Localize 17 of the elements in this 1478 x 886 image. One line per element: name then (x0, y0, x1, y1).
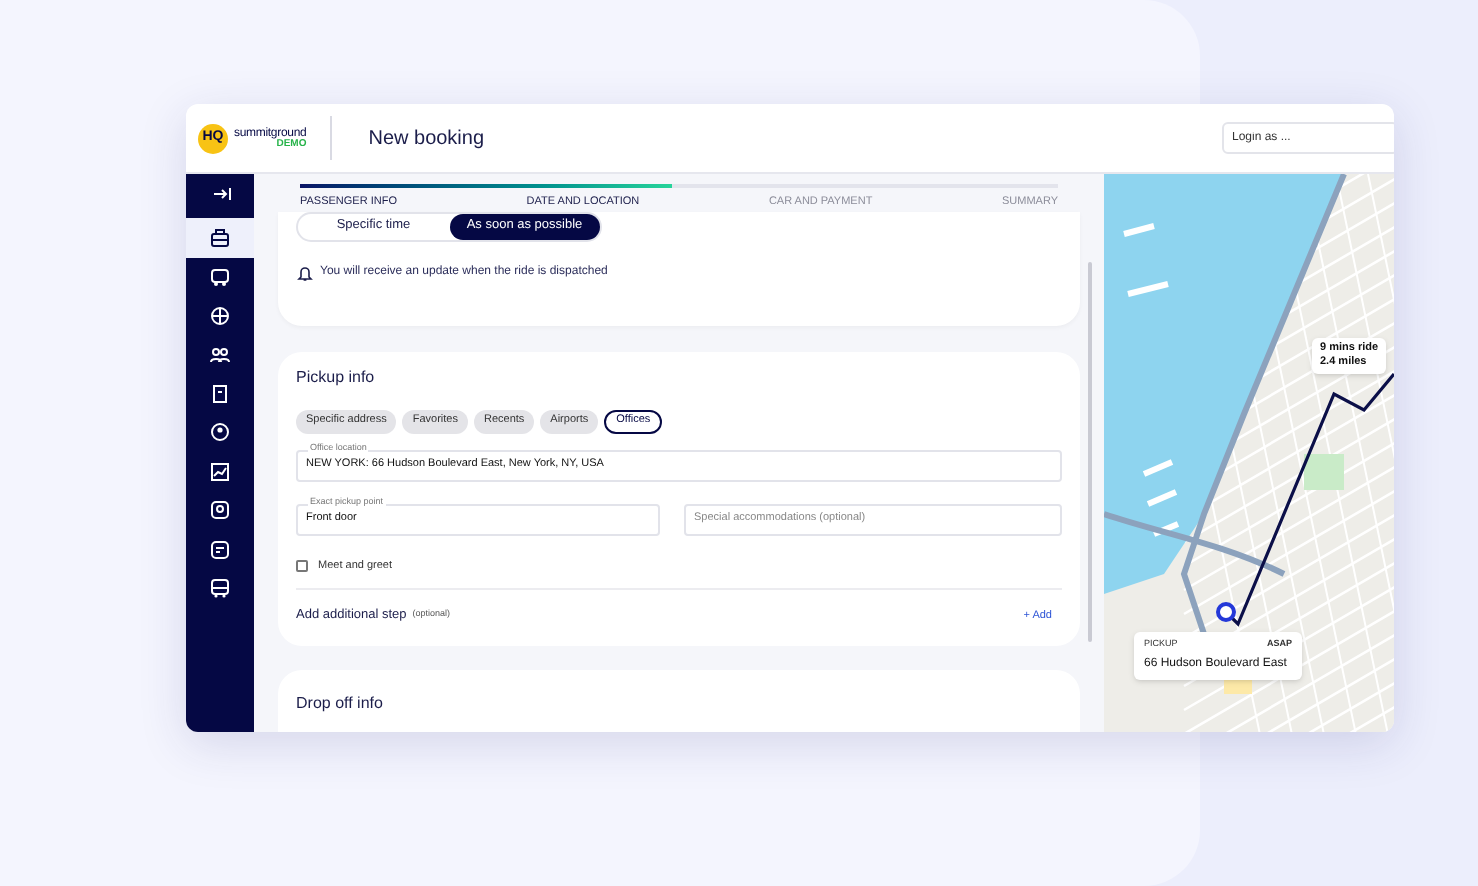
nav-icon (208, 264, 232, 289)
nav-icon (208, 459, 232, 484)
sidebar-item[interactable] (186, 218, 254, 257)
nav-icon (208, 225, 232, 250)
nav-icon (208, 381, 232, 406)
section-title: Pickup info (296, 365, 377, 389)
nav-icon (208, 420, 232, 445)
collapse-icon (208, 182, 232, 206)
page-title: New booking (368, 125, 485, 153)
nav-icon (208, 342, 232, 367)
nav-icon (208, 537, 232, 562)
section-title: Drop off info (296, 691, 385, 715)
nav-icon (208, 498, 232, 523)
checkbox[interactable] (296, 559, 308, 572)
nav-icon (208, 303, 232, 328)
bell-icon (296, 263, 314, 281)
nav-icon (208, 576, 232, 601)
